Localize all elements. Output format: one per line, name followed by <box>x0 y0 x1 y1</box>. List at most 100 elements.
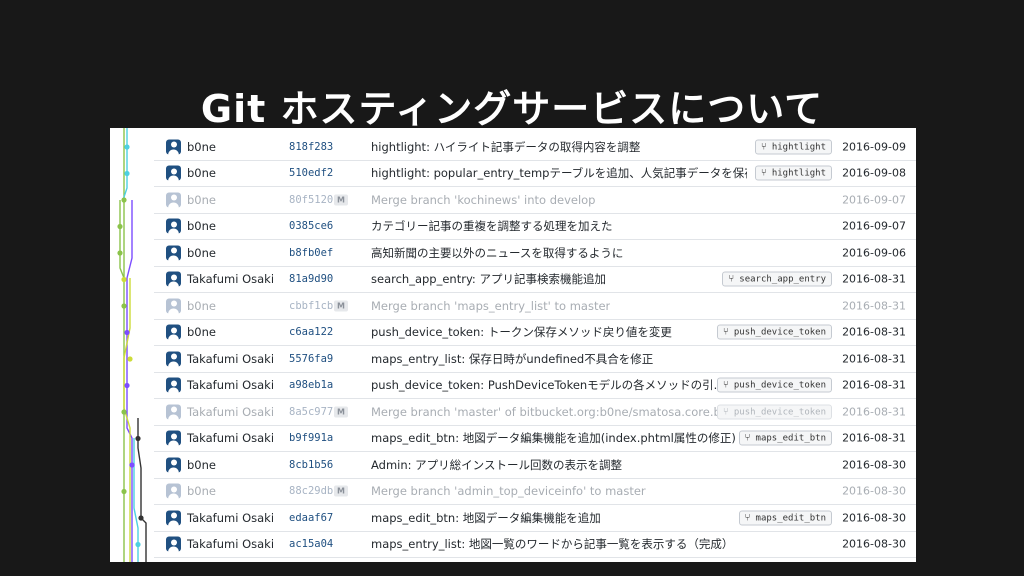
commit-author[interactable]: b0ne <box>187 299 287 313</box>
commit-row[interactable]: Takafumi Osaki a98eb1a push_device_token: … <box>154 373 916 399</box>
commit-message[interactable]: push_device_token: トークン保存メソッド戻り値を変更 <box>371 324 672 340</box>
commit-author[interactable]: b0ne <box>187 458 287 472</box>
commit-hash-link[interactable]: 510edf2 <box>289 167 333 179</box>
commit-author[interactable]: b0ne <box>187 193 287 207</box>
commit-row[interactable]: Takafumi Osaki ac15a04 maps_entry_list: 地図… <box>154 532 916 558</box>
commit-row[interactable]: b0ne cbbf1cb M Merge branch 'maps_entry_lis… <box>154 293 916 320</box>
branch-label[interactable]: ⑂ push_device_token <box>716 324 832 340</box>
branch-icon: ⑂ <box>760 167 767 179</box>
branch-icon: ⑂ <box>744 432 751 444</box>
commit-author[interactable]: Takafumi Osaki <box>187 405 287 419</box>
commit-date: 2016-08-30 <box>842 511 906 525</box>
commit-message[interactable]: hightlight: popular_entry_tempテーブルを追加、人気… <box>371 165 747 181</box>
commit-author[interactable]: Takafumi Osaki <box>187 378 287 392</box>
commit-row[interactable]: b0ne 80f5120 M Merge branch 'kochinews' int… <box>154 187 916 214</box>
commit-hash-link[interactable]: edaaf67 <box>289 512 333 524</box>
commit-message[interactable]: Merge branch 'maps_entry_list' to master <box>371 299 610 313</box>
commit-row[interactable]: Takafumi Osaki b9f991a maps_edit_btn: 地図デー… <box>154 426 916 452</box>
commit-message[interactable]: maps_entry_list: 地図一覧のワードから記事一覧を表示する（完成） <box>371 536 733 552</box>
branch-label[interactable]: ⑂ hightlight <box>754 165 832 181</box>
commit-message[interactable]: Merge branch 'admin_top_deviceinfo' to m… <box>371 484 646 498</box>
commit-row[interactable]: Takafumi Osaki 8a5c977 M Merge branch 'mast… <box>154 399 916 426</box>
commit-author[interactable]: b0ne <box>187 325 287 339</box>
avatar <box>166 430 181 446</box>
commit-row[interactable]: b0ne c6aa122 push_device_token: トークン保存メソッド… <box>154 320 916 346</box>
branch-label[interactable]: ⑂ maps_edit_btn <box>738 430 832 446</box>
commit-author[interactable]: Takafumi Osaki <box>187 537 287 551</box>
commit-message[interactable]: カテゴリー記事の重複を調整する処理を加えた <box>371 218 613 234</box>
commit-dot <box>121 488 127 495</box>
commit-row[interactable]: b0ne 510edf2 hightlight: popular_entry_tem… <box>154 161 916 187</box>
commit-hash-link[interactable]: cbbf1cb <box>289 300 333 312</box>
commit-message[interactable]: hightlight: ハイライト記事データの取得内容を調整 <box>371 139 640 155</box>
commit-author[interactable]: b0ne <box>187 219 287 233</box>
commit-hash-link[interactable]: 8cb1b56 <box>289 459 333 471</box>
slide-title: Git ホスティングサービスについて <box>200 87 824 131</box>
branch-icon: ⑂ <box>728 273 735 285</box>
commit-hash-link[interactable]: a98eb1a <box>289 379 333 391</box>
commit-dot <box>138 515 144 521</box>
commit-date: 2016-09-06 <box>842 246 906 260</box>
avatar <box>166 139 181 155</box>
commit-message[interactable]: maps_edit_btn: 地図データ編集機能を追加(index.phtml属… <box>371 430 736 446</box>
commit-row[interactable]: Takafumi Osaki edaaf67 maps_edit_btn: 地図デー… <box>154 505 916 532</box>
commit-message[interactable]: maps_edit_btn: 地図データ編集機能を追加 <box>371 510 601 526</box>
branch-label[interactable]: ⑂ search_app_entry <box>722 271 832 287</box>
commit-author[interactable]: Takafumi Osaki <box>187 431 287 445</box>
commit-hash-link[interactable]: 88c29db <box>289 485 333 497</box>
commit-dot <box>121 276 127 283</box>
commit-message[interactable]: 高知新聞の主要以外のニュースを取得するように <box>371 245 623 261</box>
avatar <box>166 192 181 208</box>
commit-author[interactable]: b0ne <box>187 246 287 260</box>
commit-row[interactable]: Takafumi Osaki 81a9d90 search_app_entry: ア… <box>154 267 916 293</box>
commit-hash-link[interactable]: 80f5120 <box>289 194 333 206</box>
branch-label[interactable]: ⑂ push_device_token <box>716 404 832 420</box>
branch-label[interactable]: ⑂ hightlight <box>754 139 832 155</box>
commit-message[interactable]: Merge branch 'master' of bitbucket.org:b… <box>371 405 747 419</box>
commit-row[interactable]: b0ne 88c29db M Merge branch 'admin_top_devi… <box>154 479 916 505</box>
commit-hash-link[interactable]: 818f283 <box>289 141 333 153</box>
avatar <box>166 245 181 261</box>
commit-hash-link[interactable]: ac15a04 <box>289 538 333 550</box>
commit-date: 2016-08-30 <box>842 484 906 498</box>
branch-name: hightlight <box>771 142 826 153</box>
commit-row[interactable]: b0ne 818f283 hightlight: ハイライト記事データの取得内容を調… <box>154 134 916 161</box>
commit-hash-link[interactable]: 0385ce6 <box>289 220 333 232</box>
commit-author[interactable]: Takafumi Osaki <box>187 272 287 286</box>
commit-message[interactable]: Merge branch 'kochinews' into develop <box>371 193 596 207</box>
commit-author[interactable]: b0ne <box>187 166 287 180</box>
branch-label[interactable]: ⑂ maps_edit_btn <box>738 510 832 526</box>
commit-hash-link[interactable]: b8fb0ef <box>289 247 333 259</box>
commit-dot <box>135 541 141 548</box>
branch-icon: ⑂ <box>744 512 751 524</box>
commit-author[interactable]: Takafumi Osaki <box>187 511 287 525</box>
commit-list: b0ne 818f283 hightlight: ハイライト記事データの取得内容を調… <box>154 134 916 558</box>
commit-hash-link[interactable]: 8a5c977 <box>289 406 333 418</box>
commit-graph <box>117 128 147 562</box>
commit-author[interactable]: b0ne <box>187 484 287 498</box>
commit-hash-link[interactable]: 81a9d90 <box>289 273 333 285</box>
commit-row[interactable]: b0ne b8fb0ef 高知新聞の主要以外のニュースを取得するように 2016-09… <box>154 240 916 267</box>
commit-dot <box>124 144 130 150</box>
commit-message[interactable]: Admin: アプリ総インストール回数の表示を調整 <box>371 457 622 473</box>
commit-row[interactable]: b0ne 8cb1b56 Admin: アプリ総インストール回数の表示を調整 2016… <box>154 452 916 479</box>
commit-row[interactable]: Takafumi Osaki 5576fa9 maps_entry_list: 保存… <box>154 346 916 373</box>
branch-label[interactable]: ⑂ push_device_token <box>716 377 832 393</box>
commit-row[interactable]: b0ne 0385ce6 カテゴリー記事の重複を調整する処理を加えた 2016-09-… <box>154 214 916 240</box>
commit-date: 2016-08-30 <box>842 537 906 551</box>
avatar <box>166 377 181 393</box>
commit-dot <box>127 356 133 362</box>
commit-author[interactable]: b0ne <box>187 140 287 154</box>
commit-hash-link[interactable]: 5576fa9 <box>289 353 333 365</box>
commit-dot <box>121 303 127 309</box>
commit-hash-link[interactable]: b9f991a <box>289 432 333 444</box>
commit-date: 2016-09-09 <box>842 140 906 154</box>
commit-author[interactable]: Takafumi Osaki <box>187 352 287 366</box>
branch-name: search_app_entry <box>739 274 826 285</box>
commit-date: 2016-09-07 <box>842 219 906 233</box>
commit-message[interactable]: search_app_entry: アプリ記事検索機能追加 <box>371 271 606 287</box>
merge-badge: M <box>334 485 348 497</box>
commit-hash-link[interactable]: c6aa122 <box>289 326 333 338</box>
commit-message[interactable]: maps_entry_list: 保存日時がundefined不具合を修正 <box>371 351 653 367</box>
commit-message[interactable]: push_device_token: PushDeviceTokenモデルの各メ… <box>371 377 725 393</box>
